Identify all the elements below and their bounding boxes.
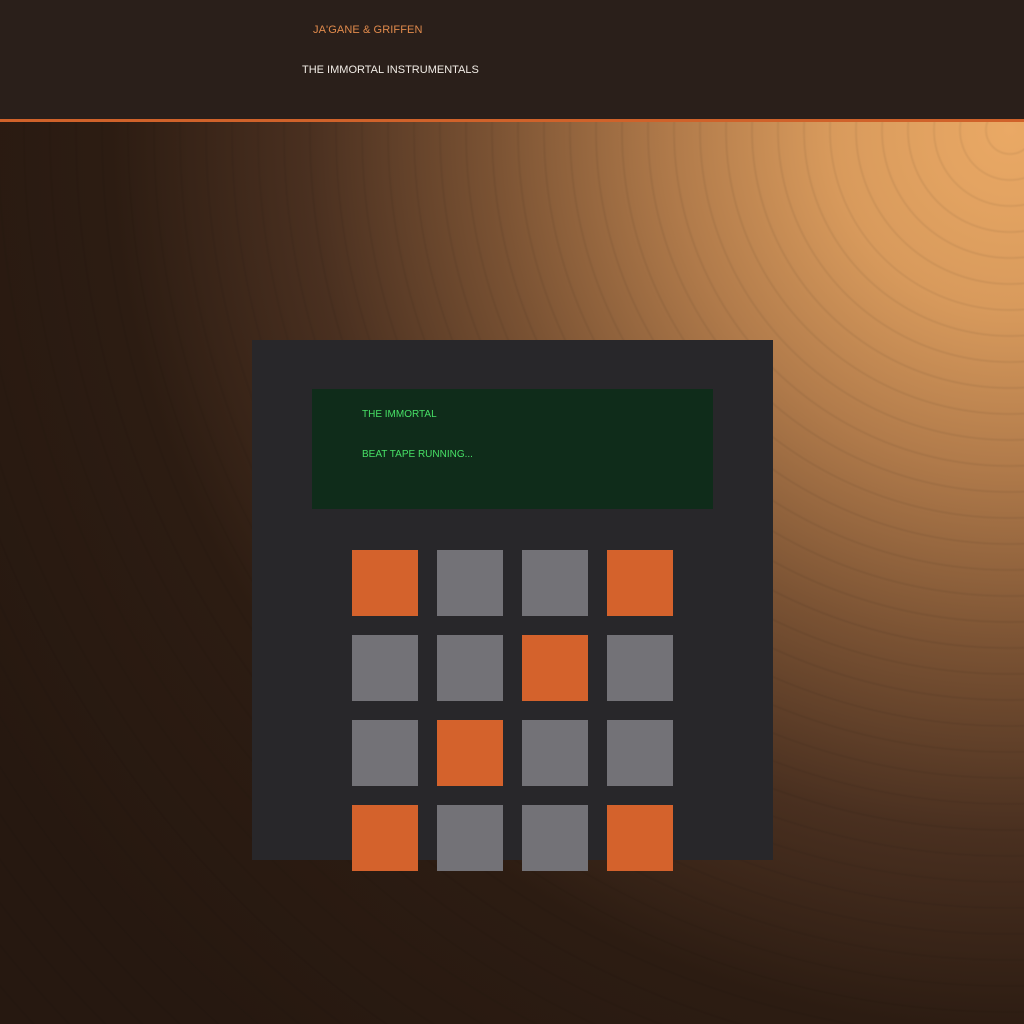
pad-4-3[interactable] [522, 805, 588, 871]
album-title: THE IMMORTAL INSTRUMENTALS [302, 64, 479, 76]
pad-1-3[interactable] [522, 550, 588, 616]
pad-4-2[interactable] [437, 805, 503, 871]
pad-1-4[interactable] [607, 550, 673, 616]
pad-1-2[interactable] [437, 550, 503, 616]
pad-4-4[interactable] [607, 805, 673, 871]
display-status: BEAT TAPE RUNNING... [362, 449, 473, 460]
pad-3-1[interactable] [352, 720, 418, 786]
pad-3-3[interactable] [522, 720, 588, 786]
pad-2-1[interactable] [352, 635, 418, 701]
pad-2-3[interactable] [522, 635, 588, 701]
pad-3-4[interactable] [607, 720, 673, 786]
pad-2-2[interactable] [437, 635, 503, 701]
pad-4-1[interactable] [352, 805, 418, 871]
header-bar: JA'GANE & GRIFFEN THE IMMORTAL INSTRUMEN… [0, 0, 1024, 122]
display-title: THE IMMORTAL [362, 409, 437, 420]
artist-name: JA'GANE & GRIFFEN [313, 24, 423, 36]
pad-3-2[interactable] [437, 720, 503, 786]
pad-2-4[interactable] [607, 635, 673, 701]
pad-1-1[interactable] [352, 550, 418, 616]
